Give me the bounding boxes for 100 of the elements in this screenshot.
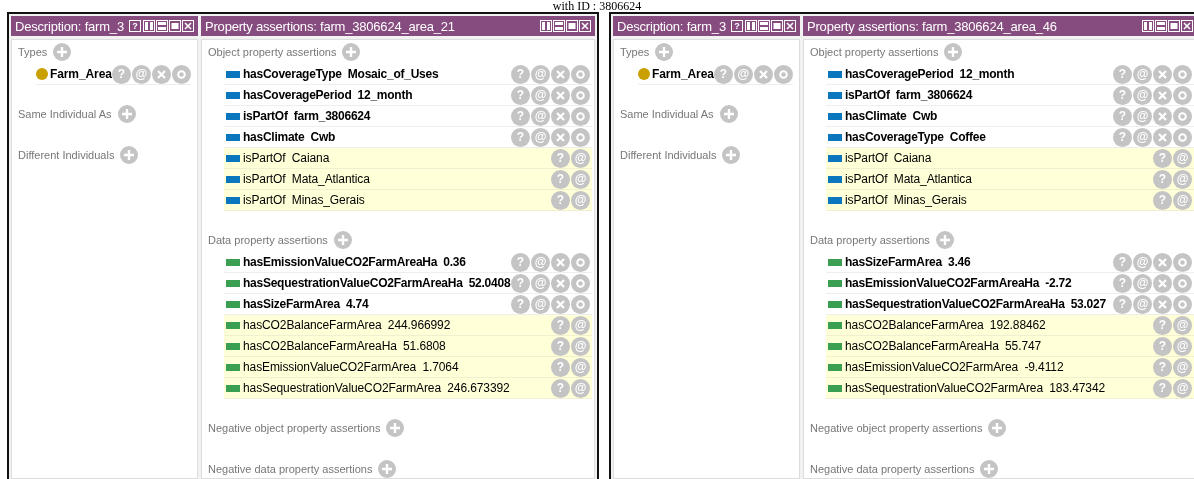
help-button[interactable]: ?	[511, 294, 530, 314]
delete-icon[interactable]	[1153, 127, 1172, 147]
split-vertical-icon[interactable]	[745, 20, 757, 32]
split-vertical-icon[interactable]	[1142, 20, 1154, 32]
circle-icon[interactable]	[171, 64, 191, 84]
annotate-button[interactable]: @	[571, 378, 590, 398]
help-button[interactable]: ?	[511, 273, 530, 293]
circle-icon[interactable]	[1173, 252, 1192, 272]
add-icon[interactable]	[719, 105, 738, 123]
circle-icon[interactable]	[1173, 294, 1192, 314]
help-button[interactable]: ?	[551, 190, 570, 210]
annotate-button[interactable]: @	[531, 106, 550, 126]
close-icon[interactable]	[182, 20, 194, 32]
annotate-button[interactable]: @	[571, 148, 590, 168]
annotate-button[interactable]: @	[571, 315, 590, 335]
add-icon[interactable]	[120, 146, 139, 164]
delete-icon[interactable]	[1153, 273, 1172, 293]
annotate-button[interactable]: @	[531, 294, 550, 314]
help-button[interactable]: ?	[511, 127, 530, 147]
annotate-button[interactable]: @	[571, 169, 590, 189]
annotate-button[interactable]: @	[1173, 190, 1192, 210]
close-icon[interactable]	[579, 20, 591, 32]
circle-icon[interactable]	[571, 106, 590, 126]
annotate-button[interactable]: @	[1173, 169, 1192, 189]
add-icon[interactable]	[944, 43, 963, 61]
annotate-button[interactable]: @	[733, 64, 753, 84]
add-icon[interactable]	[722, 146, 741, 164]
annotate-button[interactable]: @	[571, 190, 590, 210]
close-icon[interactable]	[784, 20, 796, 32]
help-button[interactable]: ?	[1113, 106, 1132, 126]
annotate-button[interactable]: @	[1173, 315, 1192, 335]
help-button[interactable]: ?	[1153, 315, 1172, 335]
delete-icon[interactable]	[1153, 252, 1172, 272]
add-icon[interactable]	[935, 231, 954, 249]
delete-icon[interactable]	[551, 106, 570, 126]
help-button[interactable]: ?	[1113, 273, 1132, 293]
add-icon[interactable]	[655, 43, 674, 61]
close-icon[interactable]	[1181, 20, 1193, 32]
delete-icon[interactable]	[1153, 106, 1172, 126]
help-button[interactable]: ?	[511, 252, 530, 272]
split-vertical-icon[interactable]	[143, 20, 155, 32]
split-horizontal-icon[interactable]	[1155, 20, 1167, 32]
help-button[interactable]: ?	[551, 315, 570, 335]
delete-icon[interactable]	[551, 294, 570, 314]
delete-icon[interactable]	[551, 273, 570, 293]
add-icon[interactable]	[342, 43, 361, 61]
maximize-icon[interactable]	[771, 20, 783, 32]
help-button[interactable]: ?	[1153, 378, 1172, 398]
circle-icon[interactable]	[571, 273, 590, 293]
help-button[interactable]: ?	[129, 20, 141, 32]
help-button[interactable]: ?	[1153, 169, 1172, 189]
add-icon[interactable]	[53, 43, 72, 61]
circle-icon[interactable]	[1173, 273, 1192, 293]
circle-icon[interactable]	[571, 252, 590, 272]
annotate-button[interactable]: @	[1133, 85, 1152, 105]
annotate-button[interactable]: @	[531, 85, 550, 105]
delete-icon[interactable]	[1153, 64, 1172, 84]
split-vertical-icon[interactable]	[540, 20, 552, 32]
help-button[interactable]: ?	[713, 64, 733, 84]
help-button[interactable]: ?	[731, 20, 743, 32]
help-button[interactable]: ?	[551, 148, 570, 168]
annotate-button[interactable]: @	[531, 127, 550, 147]
circle-icon[interactable]	[1173, 85, 1192, 105]
help-button[interactable]: ?	[551, 169, 570, 189]
maximize-icon[interactable]	[1168, 20, 1180, 32]
maximize-icon[interactable]	[169, 20, 181, 32]
help-button[interactable]: ?	[511, 106, 530, 126]
annotate-button[interactable]: @	[531, 64, 550, 84]
split-horizontal-icon[interactable]	[553, 20, 565, 32]
help-button[interactable]: ?	[551, 378, 570, 398]
help-button[interactable]: ?	[1113, 127, 1132, 147]
circle-icon[interactable]	[1173, 106, 1192, 126]
annotate-button[interactable]: @	[1133, 252, 1152, 272]
help-button[interactable]: ?	[1153, 336, 1172, 356]
split-horizontal-icon[interactable]	[156, 20, 168, 32]
split-horizontal-icon[interactable]	[758, 20, 770, 32]
annotate-button[interactable]: @	[1173, 357, 1192, 377]
annotate-button[interactable]: @	[571, 336, 590, 356]
add-icon[interactable]	[386, 419, 405, 437]
delete-icon[interactable]	[151, 64, 171, 84]
help-button[interactable]: ?	[111, 64, 131, 84]
help-button[interactable]: ?	[1113, 64, 1132, 84]
circle-icon[interactable]	[571, 127, 590, 147]
annotate-button[interactable]: @	[531, 252, 550, 272]
add-icon[interactable]	[980, 460, 999, 478]
delete-icon[interactable]	[551, 64, 570, 84]
delete-icon[interactable]	[1153, 294, 1172, 314]
help-button[interactable]: ?	[1113, 85, 1132, 105]
help-button[interactable]: ?	[551, 336, 570, 356]
delete-icon[interactable]	[551, 85, 570, 105]
help-button[interactable]: ?	[1113, 252, 1132, 272]
help-button[interactable]: ?	[1113, 294, 1132, 314]
add-icon[interactable]	[378, 460, 397, 478]
help-button[interactable]: ?	[1153, 357, 1172, 377]
annotate-button[interactable]: @	[1133, 294, 1152, 314]
help-button[interactable]: ?	[511, 85, 530, 105]
circle-icon[interactable]	[1173, 64, 1192, 84]
circle-icon[interactable]	[571, 294, 590, 314]
annotate-button[interactable]: @	[1173, 378, 1192, 398]
annotate-button[interactable]: @	[571, 357, 590, 377]
